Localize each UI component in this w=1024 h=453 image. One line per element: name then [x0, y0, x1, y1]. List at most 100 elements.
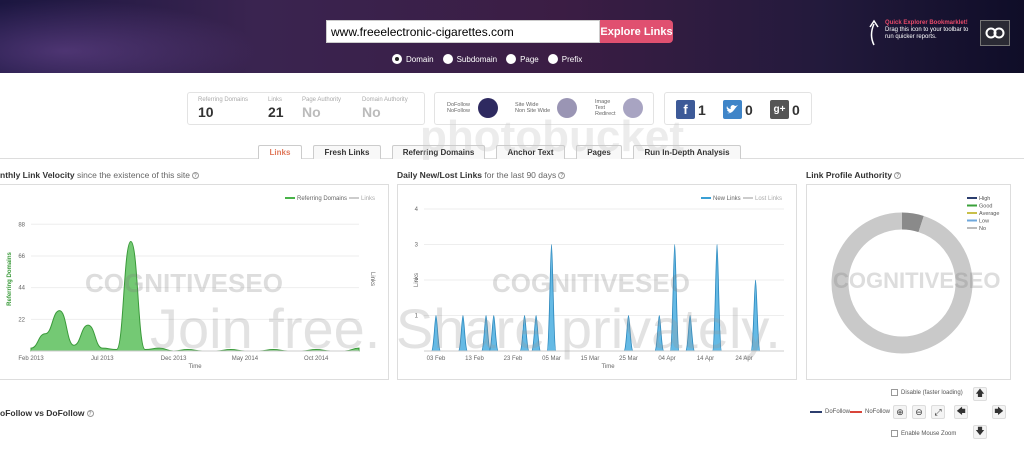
radio-page[interactable]: Page: [506, 54, 539, 64]
y-tick-label: 88: [18, 222, 25, 228]
explore-links-button[interactable]: Explore Links: [600, 20, 673, 43]
x-axis-title: Time: [188, 364, 202, 370]
new-links-spike: [685, 315, 695, 352]
url-input[interactable]: [326, 20, 600, 43]
sitewide-label: Site Wide Non Site Wide: [515, 102, 551, 114]
x-tick-label: 13 Feb: [465, 356, 484, 362]
velocity-panel: 22 44 66 88 Feb 2013 Jul 2013 Dec 2013 May 2014…: [0, 184, 389, 380]
dofollow-label: DoFollow NoFollow: [447, 102, 470, 114]
daily-panel: 1 2 3 4 03 Feb 13 Feb 23 Feb 05 Mar 15 Mar 25 Mar…: [397, 184, 797, 380]
bookmarklet-title: Quick Explorer Bookmarklet!: [885, 20, 968, 26]
header-bar: Explore Links Quick Explorer Bookmarklet…: [0, 0, 1024, 73]
new-links-spike: [481, 315, 491, 352]
bookmarklet-line2: run quicker reports.: [885, 34, 937, 40]
new-links-spike: [431, 315, 441, 352]
bookmarklet-info: Quick Explorer Bookmarklet! Drag this ic…: [885, 20, 977, 41]
legend-item: New Links: [713, 196, 741, 202]
mouse-zoom-checkbox[interactable]: Enable Mouse Zoom: [891, 430, 956, 437]
x-tick-label: 14 Apr: [697, 356, 714, 362]
arrow-down-icon[interactable]: 🡇: [973, 425, 987, 439]
help-icon[interactable]: ?: [558, 172, 566, 180]
x-axis-title: Time: [601, 364, 615, 370]
radio-prefix[interactable]: Prefix: [547, 54, 582, 64]
stat-links: Links 21: [268, 97, 284, 120]
twitter-icon: [723, 100, 742, 119]
legend-item: High: [979, 196, 990, 202]
tab-links[interactable]: Links: [258, 145, 302, 159]
stat-domain-authority: Domain Authority No: [362, 97, 408, 120]
facebook-count: 1: [698, 102, 706, 118]
arrow-up-icon[interactable]: 🡅: [973, 387, 987, 401]
tab-anchor-text[interactable]: Anchor Text: [496, 145, 565, 159]
stat-referring-domains: Referring Domains 10: [198, 97, 249, 120]
help-icon[interactable]: ?: [86, 410, 94, 418]
legend-item: Lost Links: [755, 196, 782, 202]
help-icon[interactable]: ?: [894, 172, 902, 180]
tab-run-in-depth[interactable]: Run In-Depth Analysis: [633, 145, 741, 159]
arrow-left-icon[interactable]: 🡄: [954, 405, 968, 419]
y-tick-label: 44: [18, 286, 25, 292]
x-tick-label: 25 Mar: [619, 356, 638, 362]
zoom-out-icon[interactable]: ⊖: [912, 405, 926, 419]
x-tick-label: 23 Feb: [504, 356, 523, 362]
tab-referring-domains[interactable]: Referring Domains: [392, 145, 485, 159]
googleplus-count: 0: [792, 102, 800, 118]
help-icon[interactable]: ?: [191, 172, 199, 180]
x-tick-label: Feb 2013: [18, 356, 44, 362]
link-types-box: DoFollow NoFollow Site Wide Non Site Wide …: [434, 92, 654, 125]
tab-pages[interactable]: Pages: [576, 145, 622, 159]
new-links-spike: [623, 315, 634, 352]
new-links-spike: [488, 315, 499, 352]
disable-checkbox[interactable]: Disable (faster loading): [891, 389, 963, 396]
y-tick-label: 4: [415, 207, 419, 213]
velocity-chart: 22 44 66 88 Feb 2013 Jul 2013 Dec 2013 May 2014…: [7, 196, 375, 370]
dofollow-legend: DoFollow: [810, 409, 850, 415]
legend-item: Average: [979, 211, 999, 217]
stats-box: Referring Domains 10 Links 21 Page Autho…: [187, 92, 425, 125]
velocity-title: nthly Link Velocity since the existence …: [0, 170, 199, 180]
x-tick-label: 24 Apr: [735, 356, 752, 362]
y-axis-title: Links: [414, 273, 420, 287]
legend-item: No: [979, 226, 986, 232]
scope-radio-group: Domain Subdomain Page Prefix: [392, 54, 582, 64]
facebook-icon: f: [676, 100, 695, 119]
x-tick-label: 15 Mar: [581, 356, 600, 362]
arrow-right-icon[interactable]: 🡆: [992, 405, 1006, 419]
donut-slice-no: [831, 212, 973, 354]
image-chart: [623, 98, 643, 118]
image-label: Image Text Redirect: [595, 99, 616, 117]
daily-chart: 123403 Feb 13 Feb 23 Feb 05 Mar 15 Mar 25 Mar…: [414, 196, 784, 370]
y-axis-title: Referring Domains: [7, 252, 13, 306]
y-tick-label: 22: [18, 317, 25, 323]
arrow-icon: [869, 19, 879, 46]
radio-subdomain[interactable]: Subdomain: [442, 54, 497, 64]
authority-title: Link Profile Authority?: [806, 170, 902, 180]
fullscreen-icon[interactable]: ⤢: [931, 405, 945, 419]
dofollow-chart: [478, 98, 498, 118]
new-links-spike: [712, 244, 722, 352]
x-tick-label: Oct 2014: [304, 356, 329, 362]
daily-title: Daily New/Lost Links for the last 90 day…: [397, 170, 566, 180]
googleplus-icon: g+: [770, 100, 789, 119]
tab-bar: Links Fresh Links Referring Domains Anch…: [0, 145, 1024, 159]
tab-fresh-links[interactable]: Fresh Links: [313, 145, 381, 159]
stat-page-authority: Page Authority No: [302, 97, 342, 120]
x-tick-label: 05 Mar: [542, 356, 561, 362]
bookmarklet-logo-icon[interactable]: [980, 20, 1010, 46]
legend-item: Links: [361, 196, 375, 202]
y-axis-title-right: Links: [369, 272, 375, 286]
y-tick-label: 1: [415, 314, 419, 320]
radio-domain[interactable]: Domain: [392, 54, 434, 64]
new-links-spike: [669, 244, 680, 352]
nofollow-title: oFollow vs DoFollow?: [0, 408, 94, 418]
bookmarklet-line1: Drag this icon to your toolbar to: [885, 27, 969, 33]
zoom-in-icon[interactable]: ⊕: [893, 405, 907, 419]
nofollow-legend: NoFollow: [850, 409, 890, 415]
new-links-spike: [531, 315, 541, 352]
y-tick-label: 66: [18, 254, 25, 260]
x-tick-label: Dec 2013: [161, 356, 187, 362]
new-links-spike: [654, 315, 665, 352]
social-box: f 1 0 g+ 0: [664, 92, 812, 125]
donut-slice-other: [901, 212, 924, 233]
x-tick-label: 04 Apr: [658, 356, 675, 362]
